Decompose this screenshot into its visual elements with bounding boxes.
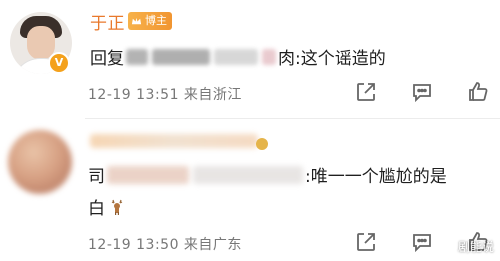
comment-icon[interactable] [410, 230, 434, 254]
comment-icon[interactable] [410, 80, 434, 104]
comment-actions [354, 80, 490, 104]
comment-item: V 于正 博主 回复 肉:这个谣造的 12-19 13:51 来自浙江 [0, 0, 500, 118]
redacted-name-part [107, 165, 189, 184]
crown-icon [131, 17, 142, 24]
reply-text: :唯一一个尴尬的是 [305, 167, 447, 187]
redacted-name-part [152, 48, 210, 65]
redacted-username [90, 134, 258, 148]
username[interactable]: 于正 [90, 9, 125, 34]
avatar[interactable] [8, 130, 72, 194]
like-icon[interactable] [466, 80, 490, 104]
comment-text: 司 :唯一一个尴尬的是 [88, 162, 447, 187]
comment-meta: 12-19 13:50 来自广东 [88, 237, 242, 253]
emoji-icon [256, 138, 268, 150]
blogger-badge: 博主 [128, 12, 172, 30]
comment-text: 回复 肉:这个谣造的 [90, 44, 386, 69]
comment-meta: 12-19 13:51 来自浙江 [88, 87, 242, 103]
reply-text-end: 白 [88, 199, 105, 219]
redacted-name-part [126, 48, 148, 65]
redacted-name-part [193, 165, 303, 184]
comment-text-continued: 白 [88, 194, 125, 219]
verified-badge-icon: V [48, 52, 70, 74]
wechat-icon [439, 241, 454, 252]
deer-emoji-icon [111, 199, 123, 215]
redacted-name-part [214, 48, 258, 65]
share-icon[interactable] [354, 230, 378, 254]
watermark-text: 剧能说 [457, 240, 494, 254]
watermark: 剧能说 [439, 238, 494, 255]
reply-text: 肉:这个谣造的 [278, 49, 386, 69]
reply-prefix: 回复 [90, 49, 124, 69]
redacted-name-part [262, 48, 276, 65]
share-icon[interactable] [354, 80, 378, 104]
reply-prefix: 司 [88, 167, 105, 187]
blogger-badge-label: 博主 [145, 14, 167, 27]
